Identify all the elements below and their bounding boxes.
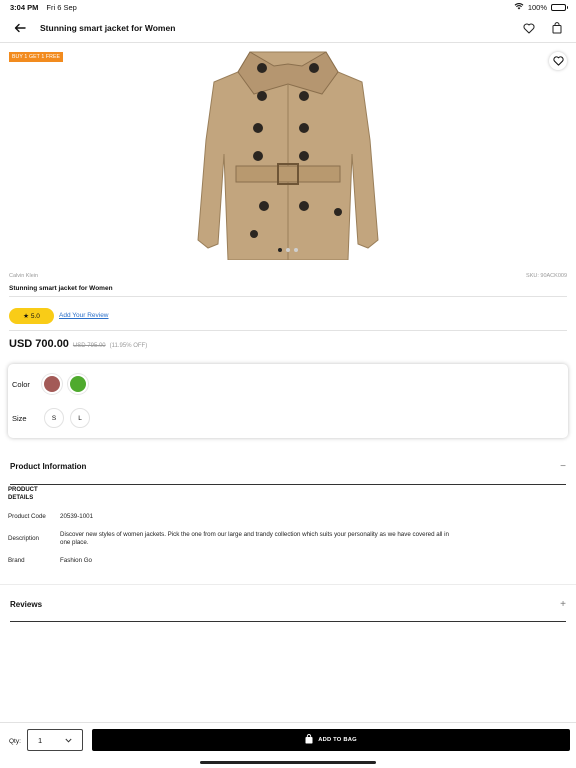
- detail-value: Discover new styles of women jackets. Pi…: [60, 531, 449, 546]
- qty-select[interactable]: 1: [27, 729, 83, 751]
- color-swatch-brown[interactable]: [44, 376, 60, 392]
- heart-icon[interactable]: [549, 52, 567, 70]
- qty-value: 1: [38, 735, 43, 745]
- section-divider: [10, 484, 566, 485]
- add-to-bag-button[interactable]: ADD TO BAG: [92, 729, 570, 751]
- status-date: Fri 6 Sep: [46, 2, 77, 12]
- size-label: Size: [12, 413, 27, 423]
- discount-label: (11.95% OFF): [109, 343, 148, 349]
- brand-name: Calvin Klein: [9, 273, 39, 279]
- product-name: Stunning smart jacket for Women: [9, 285, 113, 292]
- price-row: USD 700.00 USD 795.00 (11.95% OFF): [9, 338, 147, 350]
- product-information-header[interactable]: Product Information −: [10, 452, 566, 480]
- home-indicator: [200, 761, 376, 764]
- star-icon: ★: [23, 313, 29, 320]
- pagination-dot[interactable]: [278, 248, 282, 252]
- rating-value: 5.0: [30, 312, 40, 320]
- rating-badge: ★ 5.0: [9, 308, 54, 324]
- sku-label: SKU: 90ACK009: [526, 273, 567, 279]
- promo-badge: BUY 1 GET 1 FREE: [9, 52, 64, 62]
- qty-label: Qty:: [9, 738, 21, 745]
- detail-row: Product Code 20539-1001: [8, 513, 460, 521]
- heart-icon[interactable]: [522, 21, 536, 35]
- reviews-header[interactable]: Reviews +: [10, 590, 566, 618]
- divider: [9, 296, 567, 297]
- size-option-row: Size S L: [12, 408, 96, 428]
- color-option-row: Color: [12, 376, 96, 392]
- arrow-left-icon[interactable]: [12, 20, 28, 36]
- color-swatch-green[interactable]: [70, 376, 86, 392]
- shopping-bag-icon: [305, 734, 313, 746]
- add-review-link[interactable]: Add Your Review: [59, 312, 109, 319]
- size-chip-l[interactable]: L: [70, 408, 90, 428]
- detail-key: Description: [8, 535, 39, 542]
- current-price: USD 700.00: [9, 338, 69, 350]
- product-details-title: PRODUCT DETAILS: [8, 487, 38, 501]
- divider: [9, 330, 567, 331]
- detail-row: Description Discover new styles of women…: [8, 531, 452, 547]
- section-title: Reviews: [10, 599, 43, 609]
- battery-percent: 100%: [527, 2, 547, 12]
- page-title: Stunning smart jacket for Women: [40, 23, 176, 33]
- pagination-dot[interactable]: [286, 248, 290, 252]
- status-time: 3:04 PM: [10, 2, 39, 12]
- product-image: [197, 51, 379, 260]
- detail-value: Fashion Go: [60, 557, 92, 564]
- divider: [0, 584, 576, 585]
- expand-icon[interactable]: +: [560, 599, 566, 610]
- original-price: USD 795.00: [72, 343, 106, 349]
- detail-value: 20539-1001: [60, 513, 94, 520]
- top-nav-bar: Stunning smart jacket for Women: [0, 14, 576, 43]
- gallery-pagination: [0, 248, 576, 252]
- variant-options-card: Color Size S L: [8, 364, 568, 438]
- header-actions: [522, 21, 564, 35]
- detail-key: Brand: [8, 557, 25, 564]
- shopping-bag-icon[interactable]: [550, 21, 564, 35]
- size-chip-s[interactable]: S: [44, 408, 64, 428]
- product-meta: Calvin Klein SKU: 90ACK009: [9, 273, 567, 279]
- chevron-down-icon: [65, 738, 72, 743]
- add-to-bag-label: ADD TO BAG: [318, 737, 357, 743]
- product-gallery[interactable]: BUY 1 GET 1 FREE: [0, 44, 576, 260]
- detail-key: Product Code: [8, 513, 46, 520]
- status-indicators: 100%: [514, 2, 568, 12]
- section-title: Product Information: [10, 461, 87, 471]
- detail-row: Brand Fashion Go: [8, 557, 460, 565]
- color-label: Color: [12, 379, 30, 389]
- collapse-icon[interactable]: −: [560, 461, 566, 472]
- pagination-dot[interactable]: [294, 248, 298, 252]
- status-bar: 3:04 PM Fri 6 Sep 100%: [0, 0, 576, 14]
- battery-icon: [551, 3, 568, 11]
- wifi-icon: [514, 2, 524, 12]
- bottom-action-bar: Qty: 1 ADD TO BAG: [0, 722, 576, 768]
- section-divider: [10, 621, 566, 622]
